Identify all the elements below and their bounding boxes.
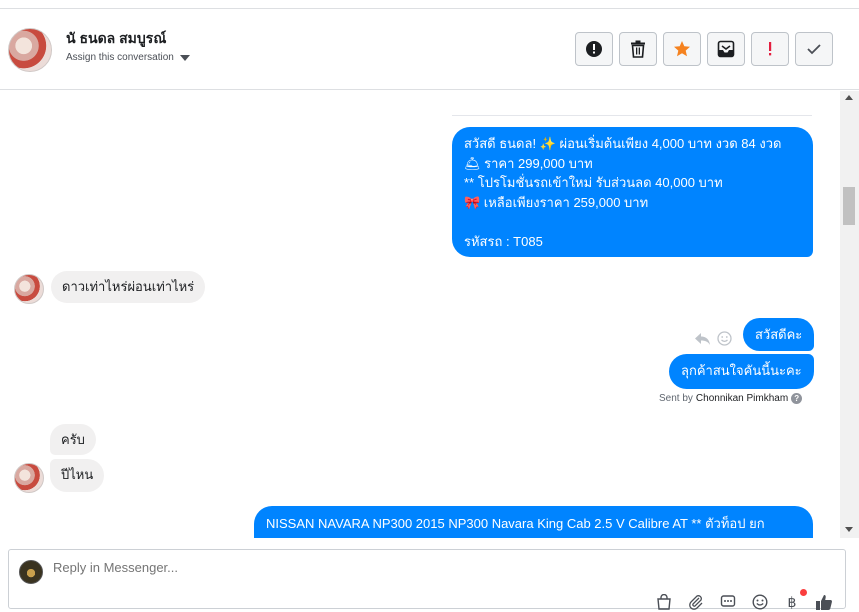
contact-avatar-small[interactable] — [14, 274, 44, 304]
mark-important-button[interactable] — [751, 32, 789, 66]
sender-name[interactable]: Chonnikan Pimkham — [696, 393, 788, 404]
notification-dot — [800, 589, 807, 596]
check-icon — [807, 44, 821, 55]
delete-button[interactable] — [619, 32, 657, 66]
like-icon[interactable] — [814, 592, 834, 612]
page-avatar — [19, 560, 43, 584]
contact-name[interactable]: นั ธนดล สมบูรณ์ — [66, 28, 166, 50]
star-button[interactable] — [663, 32, 701, 66]
message-composer: ฿ — [8, 549, 846, 612]
sent-by-prefix: Sent by — [659, 393, 693, 404]
scroll-up-arrow-icon[interactable] — [845, 95, 853, 100]
sent-by-label: Sent by Chonnikan Pimkham ? — [659, 393, 803, 404]
help-icon[interactable]: ? — [791, 393, 803, 404]
scroll-down-arrow-icon[interactable] — [845, 527, 853, 532]
incoming-message[interactable]: ปีไหน — [50, 459, 105, 492]
message-line: รหัสรถ : T085 — [464, 233, 543, 249]
saved-reply-icon[interactable] — [718, 592, 738, 612]
message-line: 🎀 เหลือเพียงราคา 259,000 บาท — [464, 194, 649, 210]
message-line: สวัสดี ธนดล! ✨ ผ่อนเริ่มต้นเพียง 4,000 บ… — [464, 136, 782, 151]
message-hover-actions — [694, 331, 732, 346]
contact-avatar-small[interactable] — [14, 463, 44, 493]
assign-label: Assign this conversation — [66, 52, 174, 63]
baht-icon[interactable]: ฿ — [782, 592, 802, 612]
spam-button[interactable] — [575, 32, 613, 66]
conversation-header: นั ธนดล สมบูรณ์ Assign this conversation — [0, 10, 859, 90]
message-line: 🛎 ราคา 299,000 บาท — [464, 155, 593, 171]
attachment-icon[interactable] — [686, 592, 706, 612]
outgoing-message[interactable]: ลุกค้าสนใจคันนี้นะคะ — [669, 354, 814, 389]
archive-button[interactable] — [707, 32, 745, 66]
caret-down-icon — [179, 54, 190, 61]
assign-conversation-dropdown[interactable]: Assign this conversation — [66, 52, 190, 63]
scrollbar-thumb[interactable] — [843, 187, 855, 225]
star-icon — [674, 41, 690, 57]
reply-input[interactable] — [53, 560, 553, 575]
outgoing-message[interactable]: สวัสดีคะ — [743, 318, 815, 351]
trash-icon — [631, 40, 645, 58]
alert-circle-icon — [586, 41, 602, 57]
composer-toolbar: ฿ — [654, 592, 834, 612]
outgoing-message[interactable]: สวัสดี ธนดล! ✨ ผ่อนเริ่มต้นเพียง 4,000 บ… — [452, 127, 813, 257]
top-bar — [0, 0, 859, 9]
incoming-message[interactable]: ดาวเท่าไหร่ผ่อนเท่าไหร่ — [51, 271, 206, 303]
emoji-icon[interactable] — [750, 592, 770, 612]
contact-avatar[interactable] — [8, 28, 52, 72]
outgoing-message[interactable]: NISSAN NAVARA NP300 2015 NP300 Navara Ki… — [254, 506, 813, 538]
message-line — [464, 212, 801, 232]
archive-icon — [717, 40, 735, 58]
mark-done-button[interactable] — [795, 32, 833, 66]
react-emoji-icon[interactable] — [717, 331, 732, 346]
exclamation-icon — [769, 42, 772, 56]
thread-divider — [452, 115, 812, 116]
message-thread[interactable]: สวัสดี ธนดล! ✨ ผ่อนเริ่มต้นเพียง 4,000 บ… — [0, 91, 840, 538]
message-line: ** โปรโมชั่นรถเข้าใหม่ รับส่วนลด 40,000 … — [464, 175, 723, 190]
shop-icon[interactable] — [654, 592, 674, 612]
thread-scrollbar[interactable] — [840, 91, 859, 538]
incoming-message[interactable]: ครับ — [50, 424, 96, 455]
reply-icon[interactable] — [694, 332, 711, 346]
conversation-actions — [575, 32, 833, 66]
